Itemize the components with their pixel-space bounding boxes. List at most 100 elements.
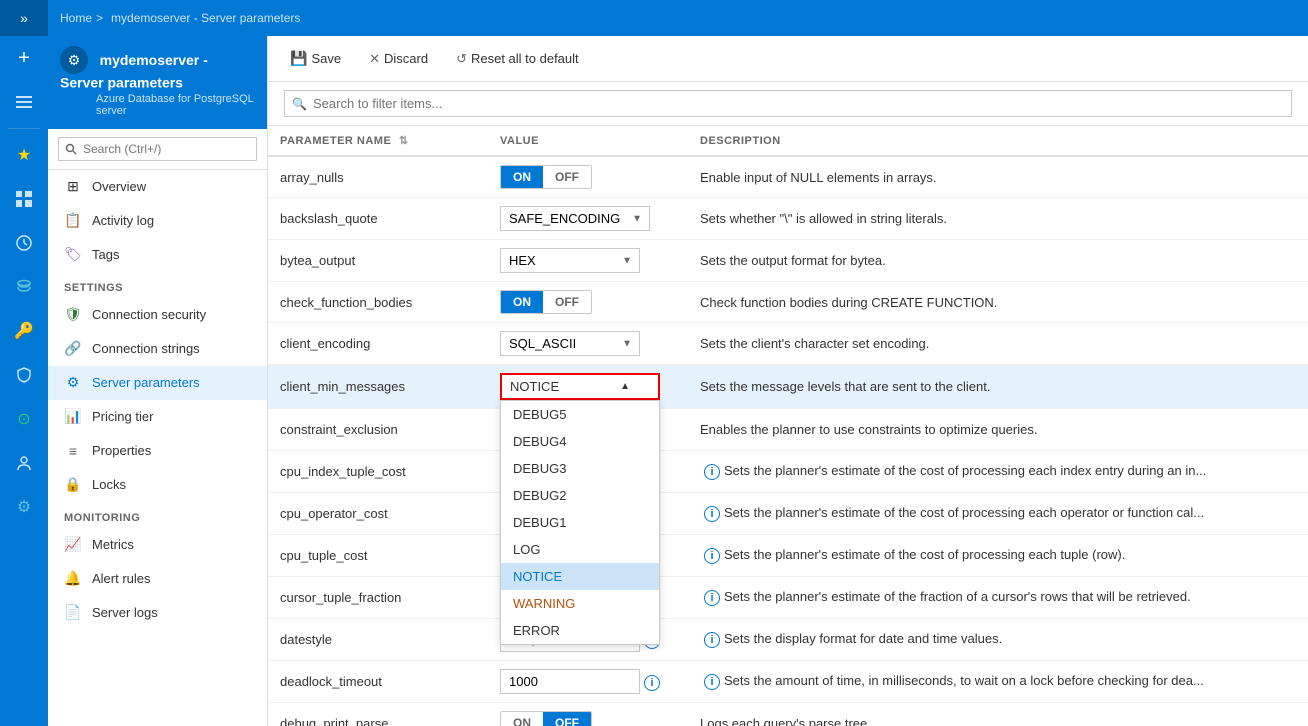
info-icon-desc[interactable]: i: [704, 548, 720, 564]
sidebar-item-connection-security[interactable]: 🛡 Connection security: [48, 298, 267, 332]
monitoring-section-label: MONITORING: [48, 502, 267, 528]
dropdown-list-item[interactable]: DEBUG5: [501, 401, 659, 428]
toggle-off-button[interactable]: OFF: [543, 291, 591, 313]
breadcrumb-home[interactable]: Home: [60, 11, 92, 25]
param-value-cell[interactable]: SAFE_ENCODINGONOFF: [488, 198, 688, 240]
param-value-cell[interactable]: i: [488, 661, 688, 703]
param-name-cell: client_min_messages: [268, 365, 488, 409]
connection-strings-icon: 🔗: [64, 340, 82, 358]
param-select[interactable]: SQL_ASCIIUTF8LATIN1: [500, 331, 640, 356]
save-label: Save: [311, 51, 341, 66]
col-header-value: VALUE: [488, 126, 688, 156]
param-description-cell: Sets the message levels that are sent to…: [688, 365, 1308, 409]
info-icon-desc[interactable]: i: [704, 506, 720, 522]
sidebar-item-properties[interactable]: ≡ Properties: [48, 434, 267, 468]
sidebar-item-server-parameters[interactable]: ⚙ Server parameters: [48, 366, 267, 400]
dropdown-list-item[interactable]: DEBUG2: [501, 482, 659, 509]
nav-icon-plus[interactable]: +: [0, 36, 48, 80]
nav-icon-database[interactable]: [0, 265, 48, 309]
dropdown-list-item[interactable]: DEBUG1: [501, 509, 659, 536]
col-header-description: DESCRIPTION: [688, 126, 1308, 156]
info-icon-desc[interactable]: i: [704, 464, 720, 480]
table-row: bytea_outputHEXESCAPESets the output for…: [268, 240, 1308, 282]
activity-log-icon: 📋: [64, 212, 82, 230]
discard-button[interactable]: ✕ Discard: [363, 47, 434, 71]
toggle-off-button[interactable]: OFF: [543, 166, 591, 188]
reset-button[interactable]: ↺ Reset all to default: [450, 47, 585, 71]
sidebar-item-alert-rules[interactable]: 🔔 Alert rules: [48, 562, 267, 596]
properties-icon: ≡: [64, 442, 82, 460]
param-description-cell: Enables the planner to use constraints t…: [688, 409, 1308, 451]
dropdown-open-wrapper: NOTICE▲DEBUG5DEBUG4DEBUG3DEBUG2DEBUG1LOG…: [500, 373, 660, 400]
sidebar-item-pricing-tier[interactable]: 📊 Pricing tier: [48, 400, 267, 434]
toggle-on-button[interactable]: ON: [501, 166, 543, 188]
nav-icon-dashboard[interactable]: [0, 177, 48, 221]
dropdown-list-item[interactable]: NOTICE: [501, 563, 659, 590]
param-value-cell[interactable]: SQL_ASCIIUTF8LATIN1: [488, 323, 688, 365]
sidebar-item-activity-log[interactable]: 📋 Activity log: [48, 204, 267, 238]
dropdown-list-item[interactable]: LOG: [501, 536, 659, 563]
sidebar-item-metrics[interactable]: 📈 Metrics: [48, 528, 267, 562]
param-select[interactable]: SAFE_ENCODINGONOFF: [500, 206, 650, 231]
sidebar-search-input[interactable]: [58, 137, 257, 161]
param-value-cell[interactable]: NOTICE▲DEBUG5DEBUG4DEBUG3DEBUG2DEBUG1LOG…: [488, 365, 688, 409]
nav-icon-menu[interactable]: [0, 80, 48, 124]
main-panel: 💾 Save ✕ Discard ↺ Reset all to default: [268, 36, 1308, 726]
icon-bar: » + ★ 🔑 ⊙ ⚙: [0, 0, 48, 726]
param-number-input[interactable]: [500, 669, 640, 694]
expand-toggle[interactable]: »: [0, 0, 48, 36]
sidebar-label-locks: Locks: [92, 477, 126, 492]
sidebar-item-connection-strings[interactable]: 🔗 Connection strings: [48, 332, 267, 366]
param-value-cell[interactable]: ONOFF: [488, 703, 688, 726]
nav-icon-shield[interactable]: [0, 353, 48, 397]
param-description-cell: iSets the amount of time, in millisecond…: [688, 661, 1308, 703]
toggle-group: ONOFF: [500, 711, 592, 726]
sidebar-item-locks[interactable]: 🔒 Locks: [48, 468, 267, 502]
sidebar-label-alert-rules: Alert rules: [92, 571, 151, 586]
save-button[interactable]: 💾 Save: [284, 46, 347, 71]
param-value-cell[interactable]: ONOFF: [488, 156, 688, 198]
nav-icon-clock[interactable]: [0, 221, 48, 265]
dropdown-list: DEBUG5DEBUG4DEBUG3DEBUG2DEBUG1LOGNOTICEW…: [500, 400, 660, 645]
dropdown-list-item[interactable]: ERROR: [501, 617, 659, 644]
param-description-cell: iSets the planner's estimate of the cost…: [688, 451, 1308, 493]
param-name-cell: array_nulls: [268, 156, 488, 198]
param-value-cell[interactable]: HEXESCAPE: [488, 240, 688, 282]
param-name-cell: cpu_operator_cost: [268, 493, 488, 535]
metrics-icon: 📈: [64, 536, 82, 554]
dropdown-list-item[interactable]: WARNING: [501, 590, 659, 617]
toggle-off-button[interactable]: OFF: [543, 712, 591, 726]
table-row: client_min_messages NOTICE▲DEBUG5DEBUG4DE…: [268, 365, 1308, 409]
breadcrumb-current: mydemoserver - Server parameters: [111, 11, 300, 25]
nav-icon-key[interactable]: 🔑: [0, 309, 48, 353]
param-select[interactable]: HEXESCAPE: [500, 248, 640, 273]
dropdown-list-item[interactable]: DEBUG4: [501, 428, 659, 455]
dropdown-trigger[interactable]: NOTICE▲: [500, 373, 660, 400]
sort-icon[interactable]: ⇅: [399, 135, 409, 147]
param-description-cell: Check function bodies during CREATE FUNC…: [688, 282, 1308, 323]
sidebar-label-activity-log: Activity log: [92, 213, 154, 228]
nav-icon-settings2[interactable]: ⚙: [0, 485, 48, 529]
reset-label: Reset all to default: [471, 51, 579, 66]
sidebar-label-server-logs: Server logs: [92, 605, 158, 620]
server-parameters-icon: ⚙: [64, 374, 82, 392]
param-value-cell[interactable]: ONOFF: [488, 282, 688, 323]
toggle-on-button[interactable]: ON: [501, 712, 543, 726]
sidebar-subtitle: Azure Database for PostgreSQL server: [60, 93, 255, 117]
parameters-table: PARAMETER NAME ⇅ VALUE DESCRIPTION array…: [268, 126, 1308, 726]
info-icon-desc[interactable]: i: [704, 632, 720, 648]
info-icon[interactable]: i: [644, 675, 660, 691]
filter-input[interactable]: [284, 90, 1292, 117]
info-icon-desc[interactable]: i: [704, 674, 720, 690]
sidebar-item-tags[interactable]: 🏷 Tags: [48, 238, 267, 272]
toggle-on-button[interactable]: ON: [501, 291, 543, 313]
info-icon-desc[interactable]: i: [704, 590, 720, 606]
nav-icon-circle-o[interactable]: ⊙: [0, 397, 48, 441]
sidebar-item-server-logs[interactable]: 📄 Server logs: [48, 596, 267, 630]
nav-icon-person[interactable]: [0, 441, 48, 485]
sidebar-label-connection-security: Connection security: [92, 307, 206, 322]
dropdown-list-item[interactable]: DEBUG3: [501, 455, 659, 482]
sidebar-item-overview[interactable]: ⊞ Overview: [48, 170, 267, 204]
sidebar-label-properties: Properties: [92, 443, 151, 458]
nav-icon-favorites[interactable]: ★: [0, 133, 48, 177]
